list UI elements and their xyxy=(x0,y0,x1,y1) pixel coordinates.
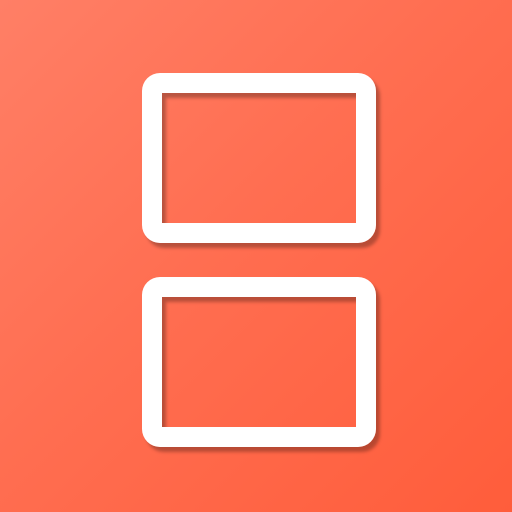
dual-screen-app-icon[interactable] xyxy=(0,0,512,512)
top-screen-icon xyxy=(142,73,376,243)
bottom-screen-icon xyxy=(142,277,376,447)
